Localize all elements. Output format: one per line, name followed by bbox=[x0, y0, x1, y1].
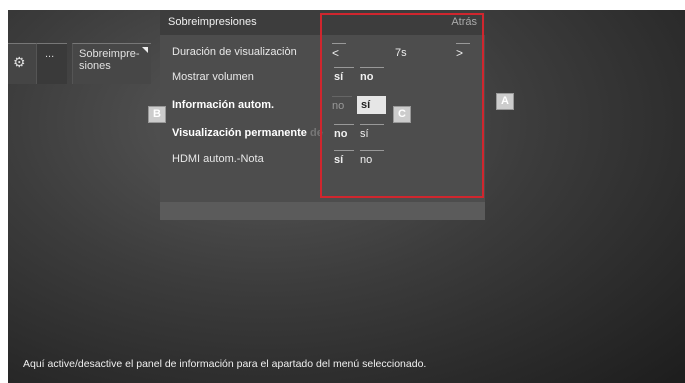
panel-footer bbox=[160, 202, 485, 220]
callout-a: A bbox=[496, 93, 514, 110]
help-text: Aquí active/desactive el panel de inform… bbox=[23, 358, 427, 370]
overlay-menu-tile[interactable]: Sobreimpre- siones bbox=[72, 43, 151, 84]
callout-b: B bbox=[148, 106, 166, 123]
settings-tile[interactable]: ⚙ bbox=[8, 43, 36, 84]
more-tile[interactable]: ... bbox=[36, 43, 67, 84]
tv-screen: ⚙ ... Sobreimpre- siones Sobreimpresione… bbox=[8, 10, 685, 383]
display-duration-label: Duración de visualizaciòn bbox=[172, 46, 297, 58]
permanent-display-label: Visualización permanente de bbox=[172, 127, 323, 139]
auto-info-label: Información autom. bbox=[172, 99, 275, 111]
show-volume-label: Mostrar volumen bbox=[172, 71, 254, 83]
hdmi-auto-label: HDMI autom.-Nota bbox=[172, 153, 264, 165]
gear-icon: ⚙ bbox=[13, 54, 26, 70]
panel-title: Sobreimpresiones bbox=[168, 16, 257, 28]
more-label: ... bbox=[45, 48, 55, 60]
corner-triangle-icon bbox=[142, 47, 148, 53]
callout-c: C bbox=[393, 106, 411, 123]
overlay-menu-label: Sobreimpre- siones bbox=[79, 48, 140, 72]
permanent-display-label-main: Visualización permanente bbox=[172, 127, 310, 139]
